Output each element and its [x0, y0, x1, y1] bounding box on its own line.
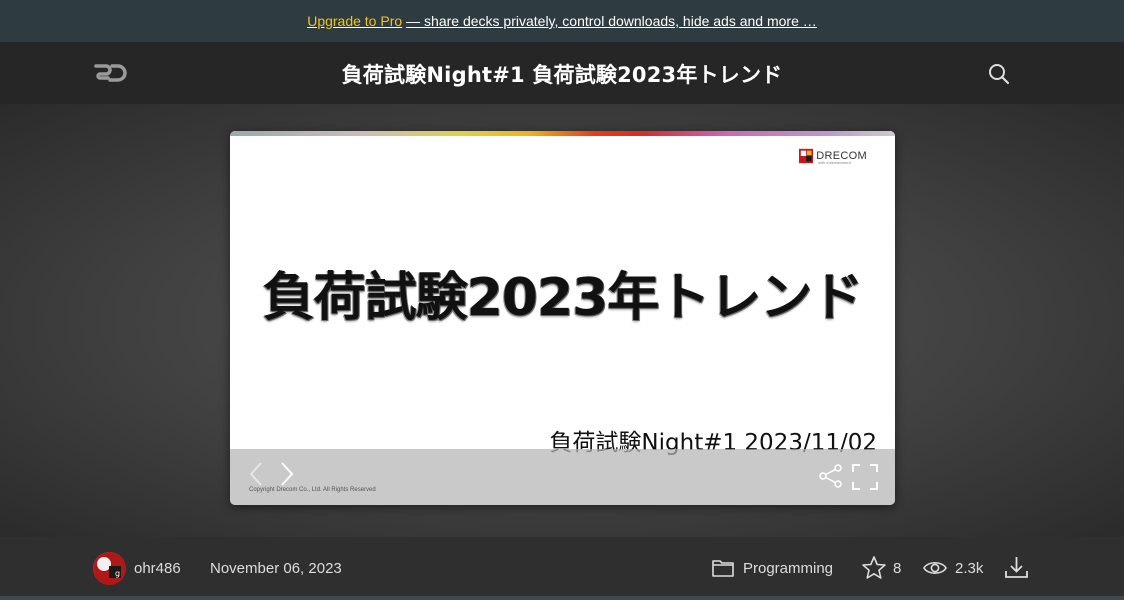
star-icon[interactable]	[861, 555, 887, 581]
fullscreen-icon[interactable]	[852, 464, 878, 490]
publish-date: November 06, 2023	[210, 560, 342, 577]
drecom-mark-icon	[799, 148, 814, 164]
promo-message[interactable]: — share decks privately, control downloa…	[406, 13, 817, 29]
slide-rainbow-bar	[230, 131, 895, 136]
search-icon[interactable]	[986, 61, 1012, 87]
avatar[interactable]: g	[93, 552, 126, 585]
footer-bottom-strip	[0, 596, 1124, 600]
chevron-right-icon[interactable]	[278, 460, 296, 488]
drecom-logo: DRECOM with entertainment	[799, 147, 867, 165]
category-link[interactable]: Programming	[743, 560, 833, 577]
header: 負荷試験Night#1 負荷試験2023年トレンド	[0, 43, 1124, 104]
slide-title: 負荷試験2023年トレンド	[262, 268, 864, 328]
promo-banner: Upgrade to Pro — share decks privately, c…	[0, 0, 1124, 43]
svg-text:g: g	[115, 569, 120, 578]
star-count: 8	[893, 560, 902, 577]
slide-viewer[interactable]: DRECOM with entertainment 負荷試験2023年トレンド …	[230, 131, 895, 505]
eye-icon	[922, 556, 948, 580]
chevron-left-icon[interactable]	[247, 460, 265, 488]
download-icon[interactable]	[1003, 554, 1030, 581]
slide-stage: DRECOM with entertainment 負荷試験2023年トレンド …	[0, 104, 1124, 537]
share-icon[interactable]	[818, 463, 844, 489]
slide-controls: Copyright Drecom Co., Ltd. All Rights Re…	[230, 449, 895, 505]
slide-copyright: Copyright Drecom Co., Ltd. All Rights Re…	[249, 487, 376, 493]
author-link[interactable]: ohr486	[134, 560, 181, 577]
upgrade-link[interactable]: Upgrade to Pro — share decks privately, c…	[307, 13, 817, 29]
speakerdeck-logo-icon[interactable]	[93, 62, 127, 84]
page-title: 負荷試験Night#1 負荷試験2023年トレンド	[341, 62, 783, 87]
drecom-brand-sub: with entertainment	[818, 160, 851, 165]
upgrade-to-pro-label[interactable]: Upgrade to Pro	[307, 13, 402, 29]
view-count: 2.3k	[955, 560, 984, 577]
folder-icon	[711, 557, 735, 579]
deck-meta-footer: g ohr486 November 06, 2023 Programming 8…	[0, 537, 1124, 600]
